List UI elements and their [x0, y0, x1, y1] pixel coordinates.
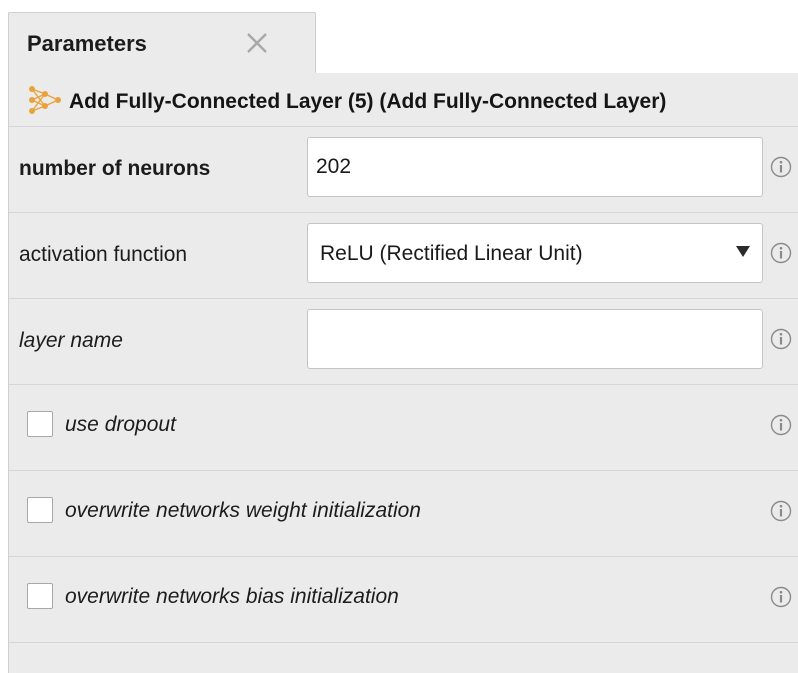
activation-selected-value: ReLU (Rectified Linear Unit)	[320, 242, 583, 265]
overwrite-bias-checkbox[interactable]	[27, 583, 53, 609]
use-dropout-checkbox[interactable]	[27, 411, 53, 437]
info-icon[interactable]	[769, 241, 793, 265]
param-row-activation: activation function ReLU (Rectified Line…	[9, 213, 798, 299]
activation-label: activation function	[19, 243, 188, 266]
tab-parameters[interactable]: Parameters	[8, 12, 316, 74]
operator-title: Add Fully-Connected Layer (5) (Add Fully…	[69, 90, 667, 113]
layer-name-input[interactable]	[307, 309, 763, 369]
neural-layer-icon	[29, 86, 61, 114]
overwrite-bias-label[interactable]: overwrite networks bias initialization	[65, 585, 399, 609]
overwrite-weight-checkbox[interactable]	[27, 497, 53, 523]
tab-label: Parameters	[27, 31, 147, 56]
parameters-view: Parameters Add Fully-Connected Layer (5)…	[0, 0, 798, 673]
activation-select[interactable]: ReLU (Rectified Linear Unit)	[307, 223, 763, 283]
param-row-neurons: number of neurons	[9, 127, 798, 213]
dropdown-arrow-icon[interactable]	[736, 246, 750, 257]
use-dropout-label[interactable]: use dropout	[65, 413, 176, 437]
info-icon[interactable]	[769, 585, 793, 609]
info-icon[interactable]	[769, 499, 793, 523]
param-row-use-dropout: use dropout	[9, 385, 798, 471]
info-icon[interactable]	[769, 155, 793, 179]
parameters-panel: Add Fully-Connected Layer (5) (Add Fully…	[8, 73, 798, 673]
close-icon[interactable]	[243, 29, 271, 57]
info-icon[interactable]	[769, 413, 793, 437]
operator-header: Add Fully-Connected Layer (5) (Add Fully…	[9, 73, 798, 127]
overwrite-weight-label[interactable]: overwrite networks weight initialization	[65, 499, 421, 523]
neurons-label: number of neurons	[19, 157, 211, 180]
info-icon[interactable]	[769, 327, 793, 351]
param-row-overwrite-weight: overwrite networks weight initialization	[9, 471, 798, 557]
tab-bar: Parameters	[8, 12, 798, 74]
neurons-input[interactable]	[307, 137, 763, 197]
layer-name-label: layer name	[19, 329, 123, 352]
param-row-layer-name: layer name	[9, 299, 798, 385]
param-row-overwrite-bias: overwrite networks bias initialization	[9, 557, 798, 643]
